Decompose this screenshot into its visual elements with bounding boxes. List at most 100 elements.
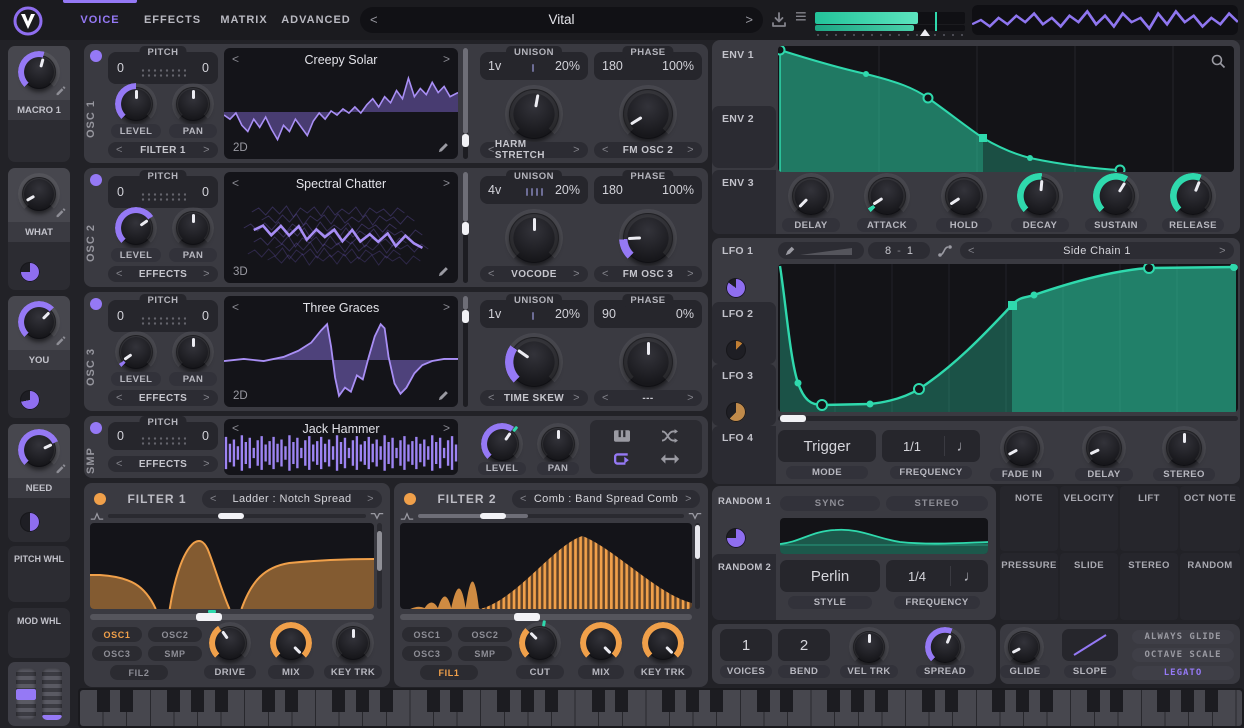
lfo-shape-selector[interactable]: < Side Chain 1 > xyxy=(960,242,1234,259)
osc3-pan-knob[interactable] xyxy=(176,335,210,369)
filter1-input-smp[interactable]: SMP xyxy=(148,646,202,661)
lfo1-tab[interactable]: LFO 1 xyxy=(722,245,753,257)
osc3-view-mode[interactable]: 2D xyxy=(233,390,248,402)
osc3-routing-selector[interactable]: < EFFECTS > xyxy=(108,390,218,406)
tab-advanced[interactable]: ADVANCED xyxy=(285,0,347,40)
filter2-model-selector[interactable]: < Comb : Band Spread Comb > xyxy=(512,490,700,508)
osc2-morph-selector[interactable]: < VOCODE > xyxy=(480,266,588,282)
osc3-phase-box[interactable]: PHASE 90 0% xyxy=(594,300,702,328)
chevron-left-icon[interactable]: < xyxy=(488,392,495,404)
chevron-left-icon[interactable]: < xyxy=(116,144,123,156)
chevron-left-icon[interactable]: < xyxy=(116,268,123,280)
chevron-left-icon[interactable]: < xyxy=(520,493,527,505)
osc3-phase-value[interactable]: 90 xyxy=(602,307,616,321)
random-style-box[interactable]: Perlin xyxy=(780,560,880,592)
osc3-edit-pencil-icon[interactable] xyxy=(437,389,450,402)
osc1-phase-box[interactable]: PHASE 180 100% xyxy=(594,52,702,80)
filter2-cutoff-slider[interactable] xyxy=(400,614,692,620)
filter1-cutoff-slider[interactable] xyxy=(90,614,374,620)
osc3-wavetable-display[interactable]: < Three Graces > 2D xyxy=(224,296,458,407)
lfo-fade-in-knob[interactable] xyxy=(1004,430,1040,466)
random-frequency-box[interactable]: 1/4 ♩ xyxy=(886,560,988,592)
vel-trk-knob[interactable] xyxy=(853,631,885,663)
lfo-frequency-box[interactable]: 1/1 ♩ xyxy=(882,430,980,462)
osc3-frame-handle[interactable] xyxy=(462,310,469,323)
osc1-fm-selector[interactable]: < FM OSC 2 > xyxy=(594,142,702,158)
osc1-frame-handle[interactable] xyxy=(462,134,469,147)
osc2-wavetable-next-icon[interactable]: > xyxy=(443,176,450,190)
osc2-unison-box[interactable]: UNISON 4v 20% xyxy=(480,176,588,204)
filter1-scrollbar-handle[interactable] xyxy=(377,531,382,571)
osc3-level-knob[interactable] xyxy=(119,335,153,369)
osc1-unison-detune[interactable]: 20% xyxy=(555,59,580,73)
osc1-phase-value[interactable]: 180 xyxy=(602,59,623,73)
filter2-response-display[interactable] xyxy=(400,523,692,609)
random-stereo-toggle[interactable]: STEREO xyxy=(886,496,988,511)
lfo-delay-knob[interactable] xyxy=(1086,430,1122,466)
osc2-wavetable-display[interactable]: < Spectral Chatter > 3D xyxy=(224,172,458,283)
osc2-phase-value[interactable]: 180 xyxy=(602,183,623,197)
chevron-left-icon[interactable]: < xyxy=(488,144,495,156)
chevron-right-icon[interactable]: > xyxy=(203,268,210,280)
osc1-wavetable-name[interactable]: Creepy Solar xyxy=(224,53,458,67)
keytrack-icon[interactable] xyxy=(612,428,632,444)
sampler-display[interactable]: < Jack Hammer > xyxy=(224,419,458,475)
chevron-left-icon[interactable]: < xyxy=(210,493,217,505)
menu-icon[interactable]: ≡ xyxy=(795,6,807,29)
osc3-pitch-box[interactable]: PITCH 0 0 xyxy=(108,300,218,332)
lfo3-tab[interactable]: LFO 3 xyxy=(712,364,776,426)
lfo-scrollbar[interactable] xyxy=(778,416,1238,421)
tab-matrix[interactable]: MATRIX xyxy=(218,0,270,40)
pitch-wheel[interactable] xyxy=(16,668,36,720)
osc2-frame-slider[interactable] xyxy=(463,172,468,283)
chevron-right-icon[interactable]: > xyxy=(685,493,692,505)
chevron-right-icon[interactable]: > xyxy=(573,392,580,404)
mod-source-oct-note[interactable]: OCT NOTE xyxy=(1180,486,1240,551)
osc1-routing-selector[interactable]: < FILTER 1 > xyxy=(108,142,218,158)
osc2-level-knob[interactable] xyxy=(119,211,153,245)
slope-display[interactable] xyxy=(1062,629,1118,661)
bend-value[interactable]: 2 xyxy=(778,629,830,661)
env2-tab[interactable]: ENV 2 xyxy=(712,106,776,168)
osc3-fm-knob[interactable] xyxy=(623,337,673,387)
osc3-fm-selector[interactable]: < --- > xyxy=(594,390,702,406)
sampler-pitch-box[interactable]: PITCH 0 0 xyxy=(108,422,218,450)
filter2-input-osc1[interactable]: OSC1 xyxy=(402,627,452,642)
filter1-scrollbar[interactable] xyxy=(377,523,382,609)
env3-tab[interactable]: ENV 3 xyxy=(712,170,776,234)
filter2-input-fil1[interactable]: FIL1 xyxy=(420,665,478,680)
chevron-right-icon[interactable]: > xyxy=(573,144,580,156)
piano-keyboard[interactable] xyxy=(80,690,1242,726)
macro2-edit-pencil-icon[interactable] xyxy=(54,206,66,218)
osc2-power-toggle[interactable] xyxy=(90,174,102,186)
preset-name[interactable]: Vital xyxy=(360,12,763,27)
chevron-right-icon[interactable]: > xyxy=(687,392,694,404)
env-sustain-knob[interactable] xyxy=(1097,177,1135,215)
filter1-input-osc1[interactable]: OSC1 xyxy=(92,627,142,642)
osc1-view-mode[interactable]: 2D xyxy=(233,142,248,154)
osc3-unison-voices[interactable]: 1v xyxy=(488,307,501,321)
random2-tab[interactable]: RANDOM 2 xyxy=(712,554,776,620)
preset-browser[interactable]: < Vital > xyxy=(360,7,763,33)
lfo-mode-box[interactable]: Trigger xyxy=(778,430,876,462)
filter1-input-osc3[interactable]: OSC3 xyxy=(92,646,142,661)
filter2-input-smp[interactable]: SMP xyxy=(458,646,512,661)
sampler-pan-knob[interactable] xyxy=(541,427,575,461)
filter1-keytrack-knob[interactable] xyxy=(336,626,370,660)
osc2-phase-rand[interactable]: 100% xyxy=(662,183,694,197)
filter2-input-osc2[interactable]: OSC2 xyxy=(458,627,512,642)
osc2-pitch-box[interactable]: PITCH 0 0 xyxy=(108,176,218,208)
volume-meter-bottom[interactable] xyxy=(815,25,965,31)
mod-source-stereo[interactable]: STEREO xyxy=(1120,553,1178,620)
chevron-right-icon[interactable]: > xyxy=(203,392,210,404)
osc3-transpose-value[interactable]: 0 xyxy=(117,309,124,323)
osc2-routing-selector[interactable]: < EFFECTS > xyxy=(108,266,218,282)
filter2-scrollbar-handle[interactable] xyxy=(695,525,700,559)
mod-source-pressure[interactable]: PRESSURE xyxy=(1000,553,1058,620)
osc2-fm-knob[interactable] xyxy=(623,213,673,263)
lfo-stereo-knob[interactable] xyxy=(1166,430,1202,466)
osc2-view-mode[interactable]: 3D xyxy=(233,266,248,278)
env-release-knob[interactable] xyxy=(1174,177,1212,215)
filter1-input-fil2[interactable]: FIL2 xyxy=(110,665,168,680)
glide-knob[interactable] xyxy=(1008,631,1040,663)
